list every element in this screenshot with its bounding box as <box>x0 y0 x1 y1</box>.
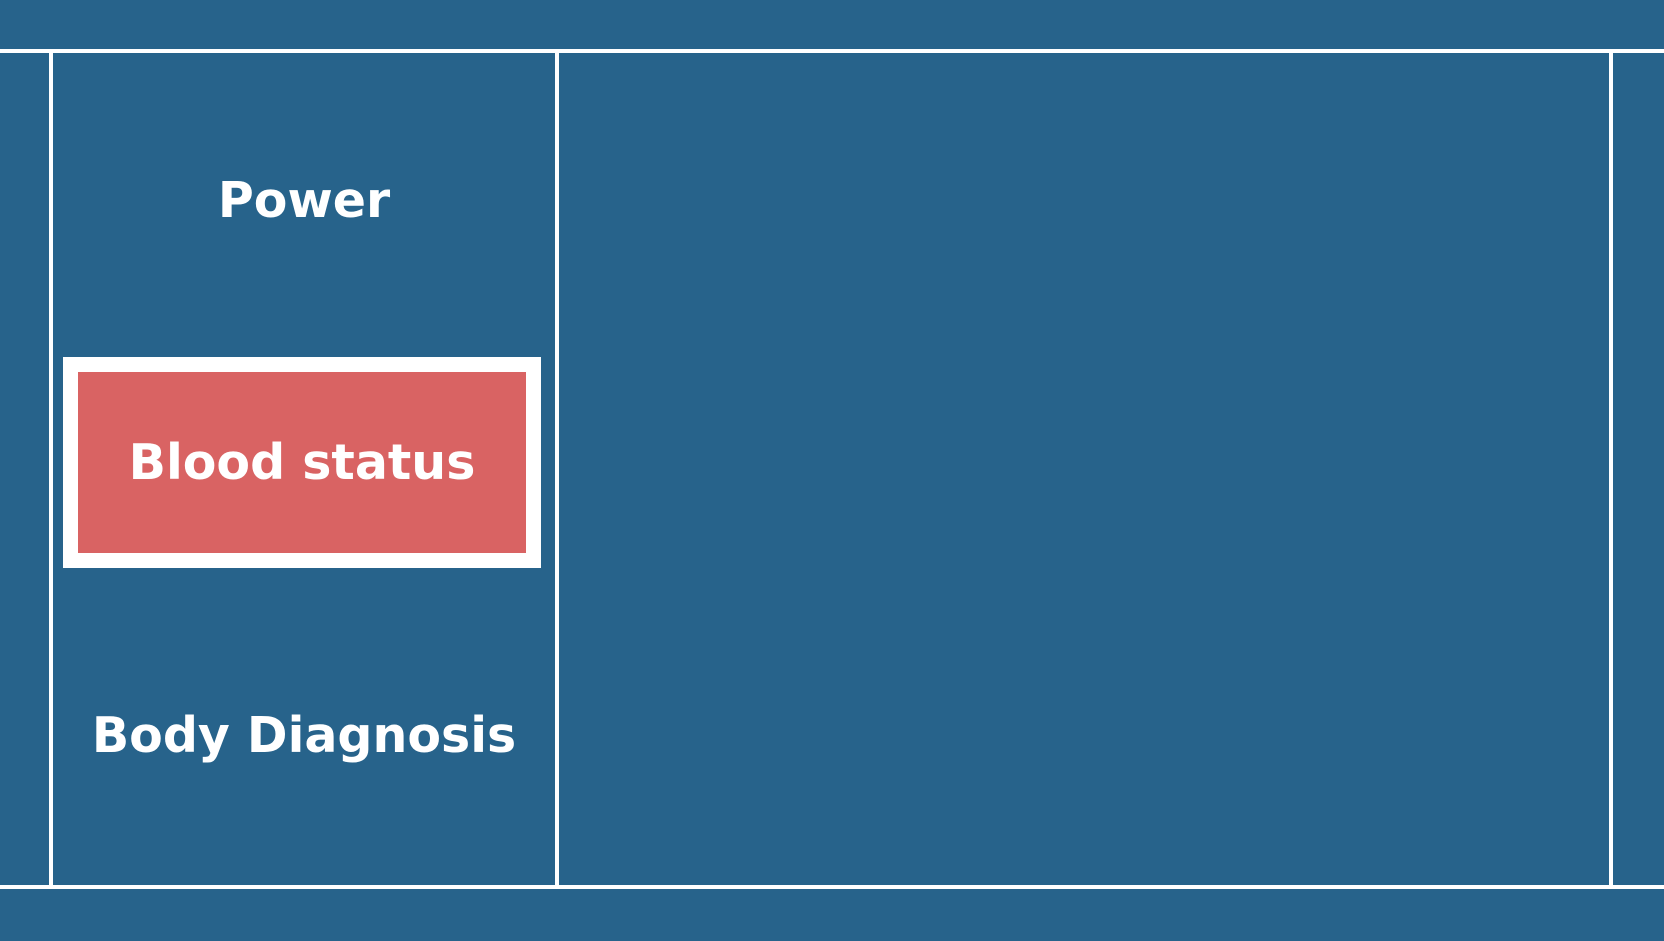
screen: Power Blood status Body Diagnosis <box>0 0 1664 941</box>
menu-item-body-diagnosis[interactable]: Body Diagnosis <box>53 675 555 795</box>
right-frame-divider <box>1609 49 1613 889</box>
menu-item-blood-status[interactable]: Blood status <box>63 357 541 568</box>
menu-item-power[interactable]: Power <box>53 140 555 260</box>
menu-item-label: Blood status <box>128 434 476 491</box>
content-panel <box>559 53 1609 885</box>
bottom-divider <box>0 885 1664 889</box>
menu-item-label: Power <box>217 171 391 229</box>
menu-item-label: Body Diagnosis <box>91 706 517 764</box>
